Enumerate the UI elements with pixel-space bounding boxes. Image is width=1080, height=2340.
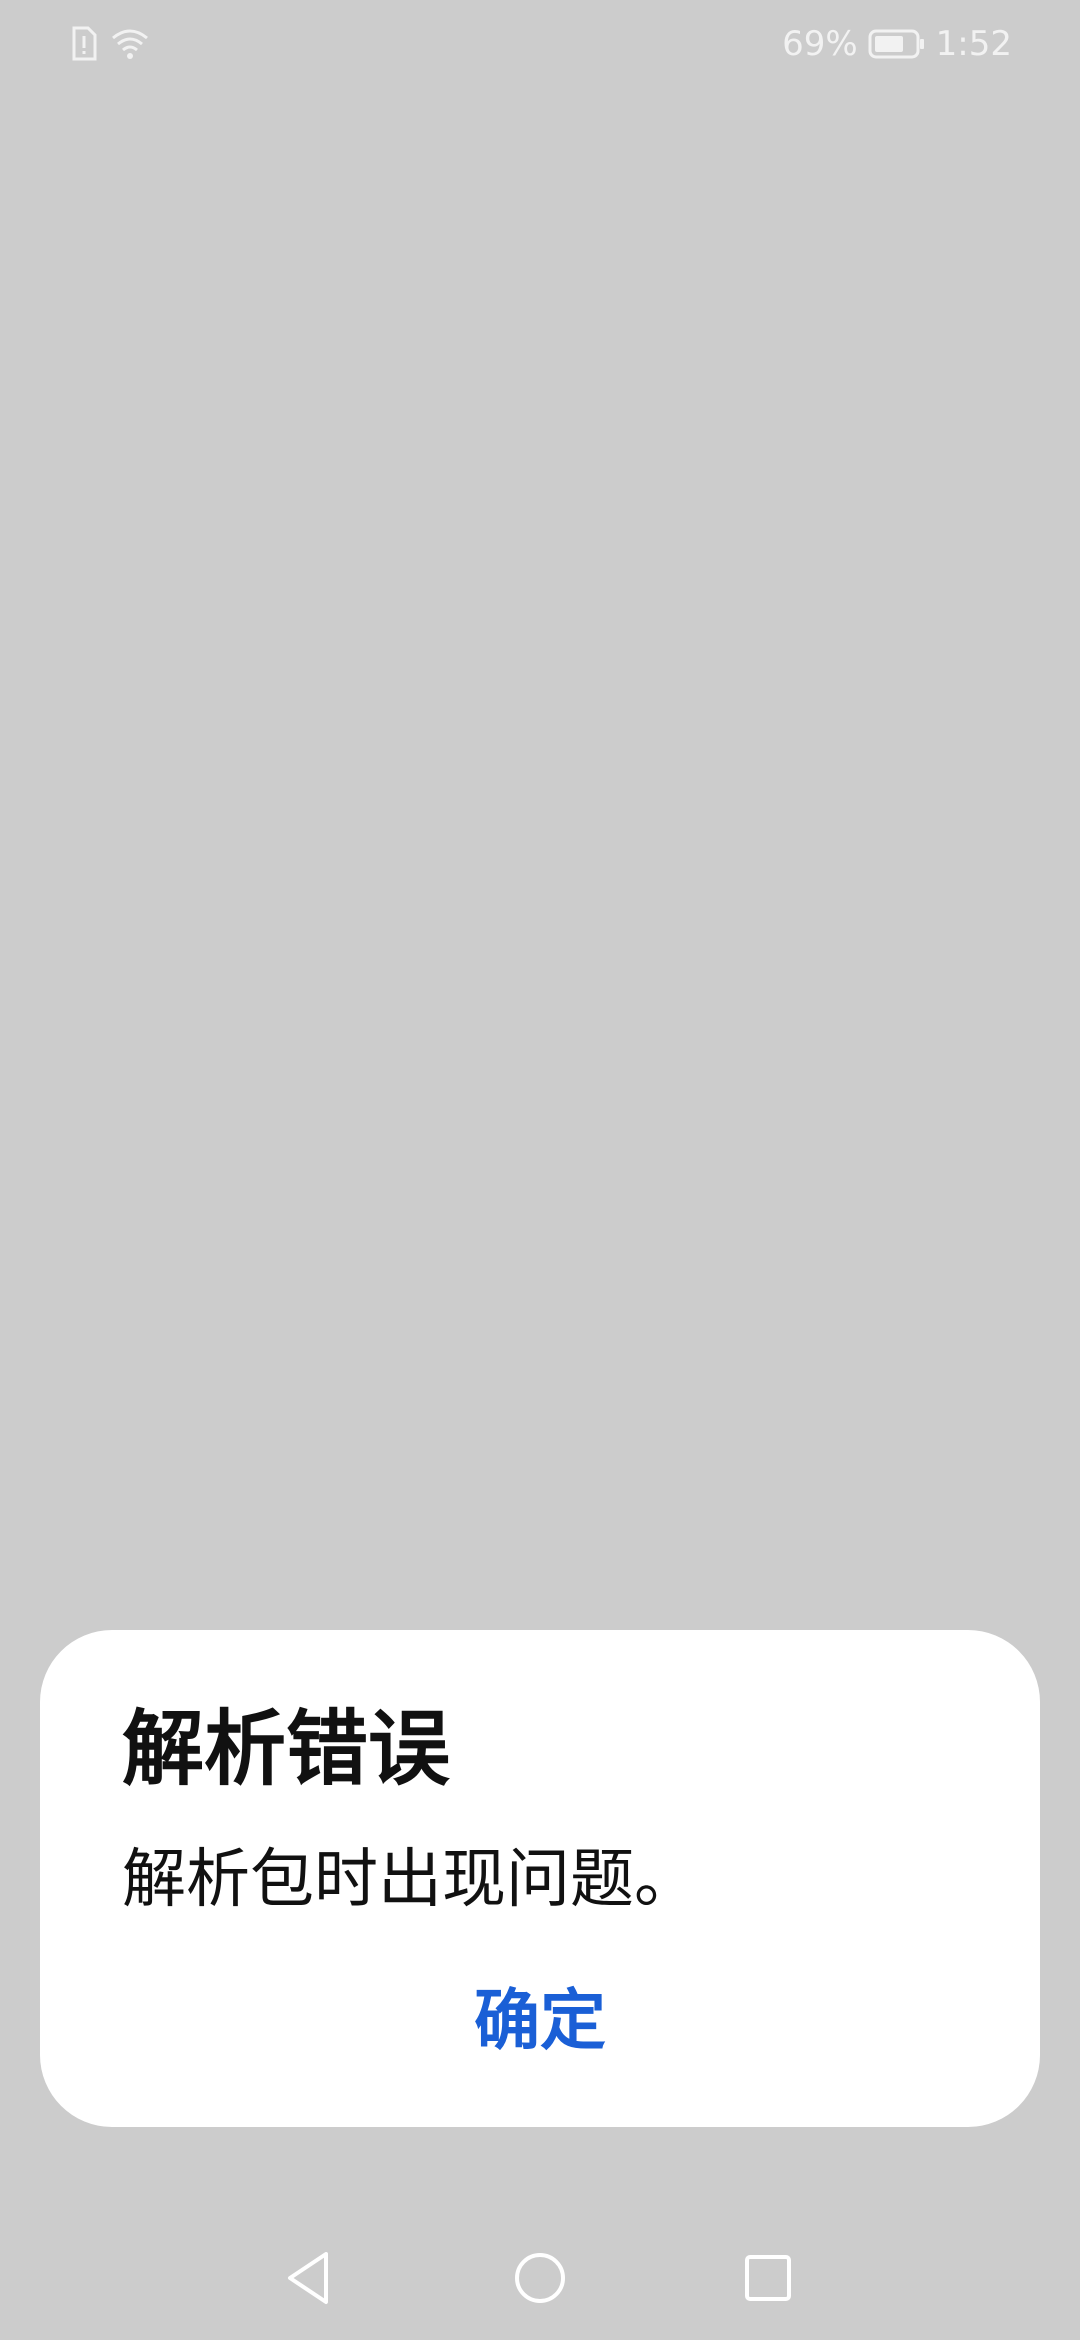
- back-icon: [280, 2248, 336, 2312]
- navigation-bar: [0, 2220, 1080, 2340]
- wifi-icon: [110, 26, 150, 66]
- home-icon: [512, 2250, 568, 2310]
- status-right: 69% 1:52: [782, 24, 1012, 64]
- back-button[interactable]: [268, 2240, 348, 2320]
- dialog-message: 解析包时出现问题。: [122, 1843, 698, 1917]
- battery-percent: 69%: [782, 24, 858, 64]
- dialog-title: 解析错误: [122, 1702, 451, 1797]
- status-bar: 69% 1:52: [0, 0, 1080, 96]
- confirm-button[interactable]: 确定: [40, 1960, 1040, 2070]
- sim-alert-icon: [68, 26, 98, 66]
- error-dialog: 解析错误 解析包时出现问题。 确定: [40, 1630, 1040, 2127]
- battery-icon: [868, 28, 926, 60]
- home-button[interactable]: [500, 2240, 580, 2320]
- clock: 1:52: [935, 24, 1012, 64]
- recents-icon: [742, 2252, 794, 2308]
- recents-button[interactable]: [728, 2240, 808, 2320]
- status-left-icons: [68, 26, 150, 66]
